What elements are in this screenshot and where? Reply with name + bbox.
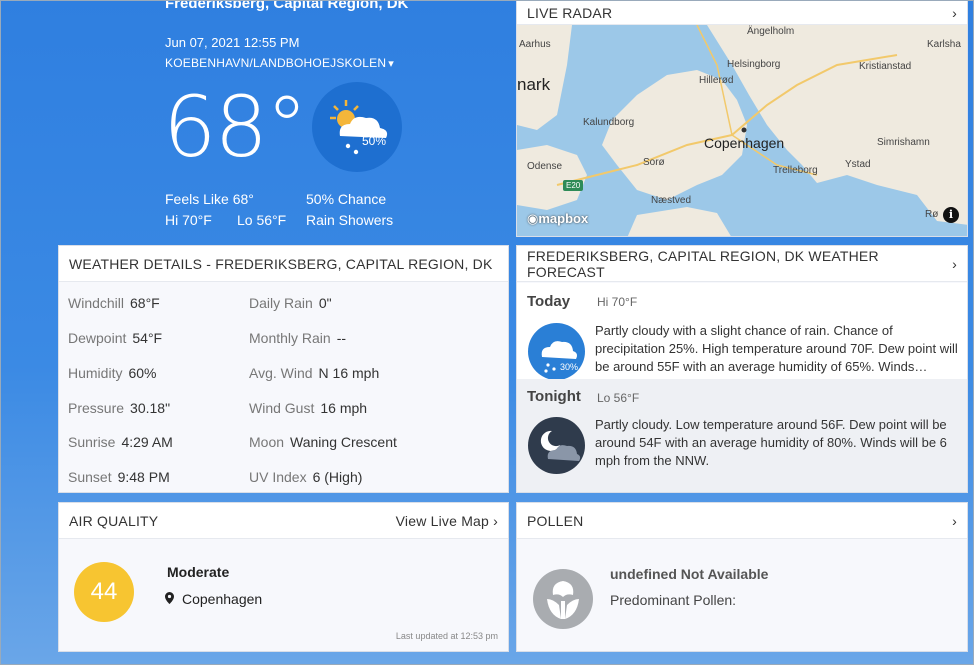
detail-dewpoint: Dewpoint 54°F	[68, 330, 163, 346]
current-datetime: Jun 07, 2021 12:55 PM	[165, 35, 300, 50]
air-quality-updated: Last updated at 12:53 pm	[395, 631, 498, 641]
detail-avg-wind: Avg. Wind N 16 mph	[249, 365, 380, 381]
map-label-naestved: Næstved	[651, 195, 692, 206]
station-name: KOEBENHAVN/LANDBOHOEJSKOLEN	[165, 56, 387, 70]
map-label-ronne: Rø	[925, 209, 939, 220]
forecast-today-label: Today	[527, 293, 571, 310]
forecast-title: FREDERIKSBERG, CAPITAL REGION, DK WEATHE…	[527, 247, 879, 280]
pollen-status: undefined Not Available	[610, 566, 769, 582]
current-temperature: 68°	[163, 78, 308, 176]
radar-map[interactable]: Aarhus nark Ängelholm Karlsha Helsingbor…	[517, 25, 967, 236]
detail-sunrise: Sunrise 4:29 AM	[68, 434, 173, 450]
map-label-copenhagen: Copenhagen	[704, 135, 785, 151]
pollen-card[interactable]: POLLEN › undefined Not Available Predomi…	[516, 502, 968, 652]
radar-title: LIVE RADAR	[527, 5, 613, 21]
detail-pressure: Pressure 30.18"	[68, 400, 171, 416]
forecast-card[interactable]: FREDERIKSBERG, CAPITAL REGION, DK WEATHE…	[516, 245, 968, 493]
partly-cloudy-rain-icon: 50%	[312, 82, 402, 172]
map-label-soro: Sorø	[643, 157, 665, 168]
live-radar-card[interactable]: LIVE RADAR › Aarhus nark Ängelholm Karls…	[516, 0, 968, 237]
forecast-tonight-lo: Lo 56°F	[597, 391, 640, 405]
map-label-helsingborg: Helsingborg	[727, 59, 781, 70]
details-header: WEATHER DETAILS - FREDERIKSBERG, CAPITAL…	[59, 246, 508, 282]
air-quality-title: AIR QUALITY	[69, 512, 159, 529]
moon-cloud-icon	[528, 417, 585, 474]
precip-chance: 50% Chance	[306, 191, 387, 207]
forecast-tonight-text: Partly cloudy. Low temperature around 56…	[595, 417, 947, 468]
forecast-header[interactable]: FREDERIKSBERG, CAPITAL REGION, DK WEATHE…	[517, 246, 967, 282]
pollen-predominant: Predominant Pollen:	[610, 592, 737, 608]
map-label-aarhus: Aarhus	[519, 39, 551, 50]
air-quality-card: AIR QUALITY View Live Map › 44 Moderate …	[58, 502, 509, 652]
detail-moon: Moon Waning Crescent	[249, 434, 397, 450]
station-selector[interactable]: KOEBENHAVN/LANDBOHOEJSKOLEN ▾	[165, 56, 394, 70]
map-label-denmark: nark	[517, 75, 551, 94]
aqi-badge: 44	[74, 562, 134, 622]
details-title: WEATHER DETAILS - FREDERIKSBERG, CAPITAL…	[69, 255, 493, 272]
condition-text: Rain Showers	[306, 212, 394, 228]
map-label-ystad: Ystad	[845, 159, 871, 170]
forecast-today[interactable]: Today Hi 70°F 30% Partly cloudy with a s…	[517, 283, 967, 380]
high-temp: Hi 70°F	[165, 212, 212, 228]
detail-uv-index: UV Index 6 (High)	[249, 469, 363, 485]
detail-monthly-rain: Monthly Rain --	[249, 330, 347, 346]
chevron-right-icon[interactable]: ›	[952, 256, 957, 272]
map-label-simrishamn: Simrishamn	[877, 137, 930, 148]
chevron-right-icon: ›	[493, 512, 498, 529]
detail-wind-gust: Wind Gust 16 mph	[249, 400, 368, 416]
air-quality-header: AIR QUALITY View Live Map ›	[59, 503, 508, 539]
pollen-icon	[533, 569, 593, 629]
current-conditions: Frederiksberg, Capital Region, DK Jun 07…	[0, 0, 510, 240]
map-label-kristianstad: Kristianstad	[859, 61, 912, 72]
map-label-kalundborg: Kalundborg	[583, 117, 635, 128]
pollen-title: POLLEN	[527, 512, 584, 529]
aqi-level: Moderate	[167, 564, 230, 580]
map-label-trelleborg: Trelleborg	[773, 165, 818, 176]
rain-cloud-icon: 30%	[528, 323, 585, 380]
chevron-right-icon[interactable]: ›	[952, 513, 957, 529]
low-temp: Lo 56°F	[237, 212, 287, 228]
map-label-odense: Odense	[527, 161, 563, 172]
info-icon[interactable]: i	[943, 207, 959, 223]
forecast-tonight[interactable]: Tonight Lo 56°F Partly cloudy. Low tempe…	[517, 379, 967, 492]
chevron-down-icon: ▾	[388, 58, 394, 70]
detail-humidity: Humidity 60%	[68, 365, 157, 381]
pollen-header[interactable]: POLLEN ›	[517, 503, 967, 539]
forecast-tonight-label: Tonight	[527, 388, 581, 405]
current-location: Frederiksberg, Capital Region, DK	[165, 0, 409, 12]
svg-text:30%: 30%	[560, 362, 578, 372]
detail-windchill: Windchill 68°F	[68, 295, 160, 311]
detail-daily-rain: Daily Rain 0"	[249, 295, 332, 311]
map-label-hillerod: Hillerød	[699, 75, 734, 86]
chevron-right-icon[interactable]: ›	[952, 5, 957, 21]
aqi-city: Copenhagen	[165, 591, 262, 607]
radar-header[interactable]: LIVE RADAR ›	[517, 1, 967, 25]
detail-sunset: Sunset 9:48 PM	[68, 469, 170, 485]
precip-chance-badge: 50%	[362, 134, 387, 148]
view-live-map-link[interactable]: View Live Map ›	[396, 513, 498, 529]
weather-details-card: WEATHER DETAILS - FREDERIKSBERG, CAPITAL…	[58, 245, 509, 493]
forecast-today-hi: Hi 70°F	[597, 295, 638, 309]
road-badge-e20: E20	[563, 180, 584, 191]
map-label-angelholm: Ängelholm	[747, 26, 795, 37]
location-pin-icon	[165, 591, 174, 607]
feels-like: Feels Like 68°	[165, 191, 254, 207]
map-label-karlshamn: Karlsha	[927, 39, 961, 50]
mapbox-logo[interactable]: ◉mapbox	[527, 211, 588, 227]
forecast-today-text: Partly cloudy with a slight chance of ra…	[595, 323, 958, 374]
